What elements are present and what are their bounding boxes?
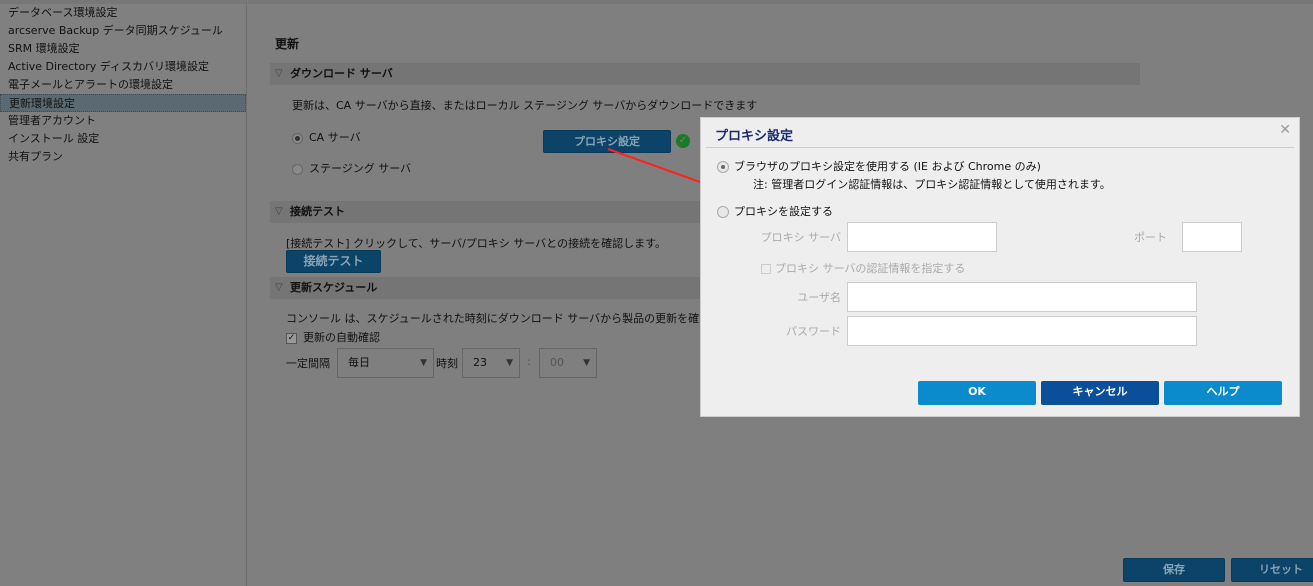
- port-input[interactable]: [1182, 222, 1242, 252]
- note-text: 注: 管理者ログイン認証情報は、プロキシ認証情報として使用されます。: [753, 178, 1111, 191]
- help-button[interactable]: ヘルプ: [1164, 381, 1282, 405]
- checkbox-icon: [761, 264, 771, 274]
- checkbox-label: プロキシ サーバの認証情報を指定する: [775, 262, 966, 275]
- radio-icon: [717, 161, 729, 173]
- proxy-auth-checkbox[interactable]: プロキシ サーバの認証情報を指定する: [761, 260, 965, 276]
- port-label: ポート: [1134, 231, 1167, 244]
- radio-icon: [717, 206, 729, 218]
- proxy-settings-dialog: プロキシ設定 ✕ ブラウザのプロキシ設定を使用する (IE および Chrome…: [700, 117, 1300, 417]
- ok-button[interactable]: OK: [918, 381, 1036, 405]
- proxy-server-input[interactable]: [847, 222, 997, 252]
- username-label: ユーザ名: [797, 291, 841, 304]
- radio-use-browser-proxy[interactable]: ブラウザのプロキシ設定を使用する (IE および Chrome のみ): [717, 158, 1041, 174]
- close-icon[interactable]: ✕: [1279, 122, 1291, 138]
- proxy-server-label: プロキシ サーバ: [760, 231, 841, 244]
- username-input[interactable]: [847, 282, 1197, 312]
- radio-configure-proxy[interactable]: プロキシを設定する: [717, 203, 833, 219]
- radio-label: プロキシを設定する: [734, 205, 833, 218]
- password-input[interactable]: [847, 316, 1197, 346]
- divider: [706, 147, 1294, 148]
- dialog-title: プロキシ設定: [715, 129, 794, 144]
- cancel-button[interactable]: キャンセル: [1041, 381, 1159, 405]
- radio-label: ブラウザのプロキシ設定を使用する (IE および Chrome のみ): [734, 160, 1041, 173]
- password-label: パスワード: [786, 325, 841, 338]
